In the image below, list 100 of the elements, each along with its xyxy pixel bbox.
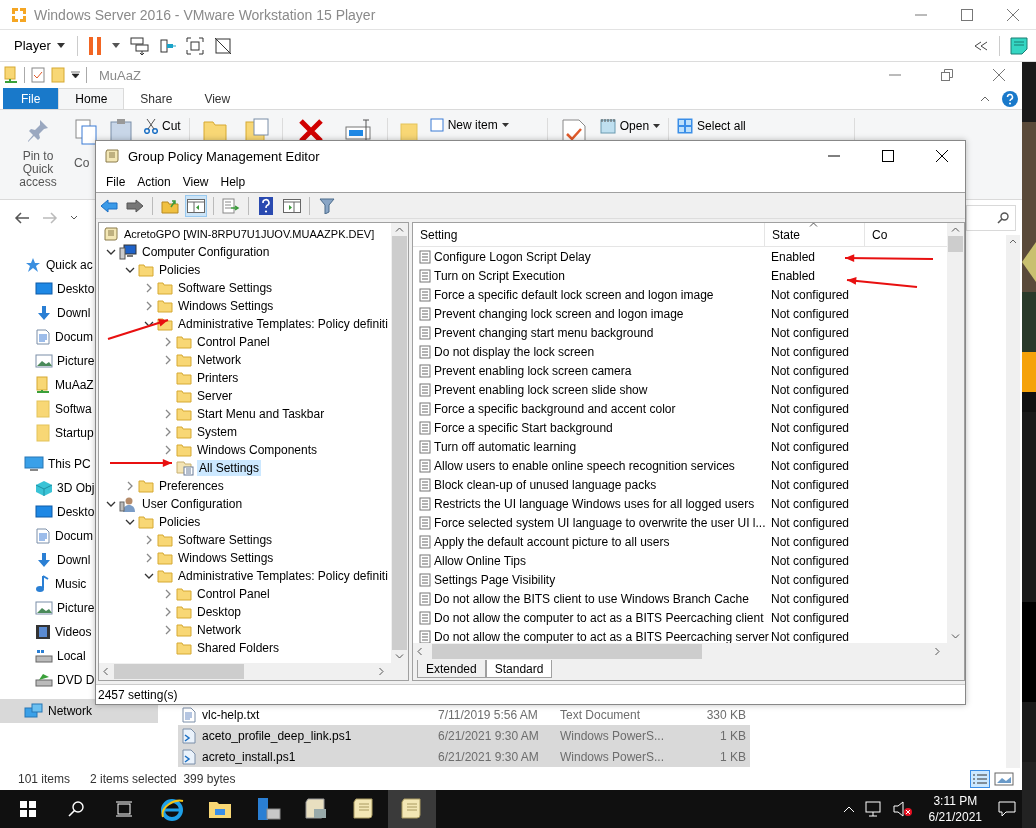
chevron-right-icon[interactable] — [146, 283, 152, 293]
thumbnails-view-button[interactable] — [994, 770, 1014, 788]
chevron-right-icon[interactable] — [127, 481, 133, 491]
chevron-down-icon[interactable] — [106, 501, 116, 507]
nav-item[interactable]: Startup — [0, 421, 95, 445]
tree-item[interactable]: Control Panel — [195, 334, 272, 350]
tree-item[interactable]: Start Menu and Taskbar — [195, 406, 327, 422]
nav-item[interactable]: Softwa — [0, 397, 95, 421]
setting-name[interactable]: Allow Online Tips — [434, 553, 527, 568]
details-view-button[interactable] — [970, 770, 990, 788]
send-keys-button[interactable] — [129, 36, 150, 55]
scrollbar[interactable] — [391, 223, 408, 663]
chevron-right-icon[interactable] — [165, 409, 171, 419]
setting-name[interactable]: Prevent changing start menu background — [434, 325, 654, 340]
cut-button[interactable]: Cut — [144, 118, 181, 134]
setting-name[interactable]: Block clean-up of unused language packs — [434, 477, 657, 492]
nav-item[interactable]: Deskto — [0, 277, 95, 301]
network-button[interactable] — [864, 801, 883, 817]
select-all-button[interactable]: Select all — [677, 118, 746, 134]
tree-item[interactable]: Network — [195, 352, 243, 368]
setting-name[interactable]: Force selected system UI language to overwrite the user UI l... — [434, 515, 766, 530]
tree-item[interactable]: User Configuration — [140, 496, 245, 512]
tree-item[interactable]: Printers — [195, 370, 241, 386]
setting-name[interactable]: Force a specific default lock screen and logon image — [434, 287, 714, 302]
setting-name[interactable]: Turn off automatic learning — [434, 439, 577, 454]
chevron-right-icon[interactable] — [165, 445, 171, 455]
copy-button[interactable] — [74, 118, 98, 146]
setting-name[interactable]: Do not allow the computer to act as a BITS Peercaching server — [434, 629, 769, 643]
nav-item[interactable]: Downl — [0, 548, 95, 572]
tree-item[interactable]: Windows Components — [195, 442, 320, 458]
chevron-down-icon[interactable] — [125, 519, 135, 525]
scrollbar-thumb[interactable] — [114, 664, 244, 679]
tree-item[interactable]: Software Settings — [176, 280, 275, 296]
menu-item[interactable]: File — [100, 174, 132, 189]
nav-item[interactable]: DVD D — [0, 668, 95, 692]
notes-button[interactable] — [1010, 36, 1028, 55]
nav-item[interactable]: Docum — [0, 325, 95, 349]
nav-item[interactable]: Picture — [0, 349, 95, 373]
back-button[interactable] — [14, 211, 30, 224]
setting-name[interactable]: Apply the default account picture to all users — [434, 534, 670, 549]
copy-label[interactable]: Co — [74, 156, 90, 170]
setting-name[interactable]: Do not allow the computer to act as a BITS Peercaching client — [434, 610, 764, 625]
file-row[interactable]: vlc-help.txt 7/11/2019 5:56 AM Text Document 330 KB — [178, 704, 750, 725]
ribbon-tab[interactable]: View — [188, 88, 247, 109]
help-button[interactable] — [1002, 90, 1018, 107]
ribbon-tab[interactable]: Home — [58, 88, 125, 109]
tree-item[interactable]: System — [195, 424, 239, 440]
notifications-button[interactable] — [998, 801, 1016, 817]
setting-name[interactable]: Force a specific Start background — [434, 420, 613, 435]
setting-name[interactable]: Turn on Script Execution — [434, 268, 565, 283]
collapse-ribbon-button[interactable] — [980, 95, 990, 102]
tree-item[interactable]: Policies — [157, 514, 203, 530]
nav-item[interactable]: Videos — [0, 620, 95, 644]
open-button[interactable]: Open — [599, 118, 661, 134]
tree-item[interactable]: Network — [195, 622, 243, 638]
full-screen-button[interactable] — [185, 36, 204, 55]
nav-item[interactable]: Network — [0, 699, 158, 723]
chevron-right-icon[interactable] — [146, 535, 152, 545]
setting-name[interactable]: Configure Logon Script Delay — [434, 249, 591, 264]
nav-item[interactable]: This PC — [0, 452, 95, 476]
removable-devices-button[interactable] — [159, 37, 176, 54]
setting-name[interactable]: Restricts the UI language Windows uses for all logged users — [434, 496, 755, 511]
setting-name[interactable]: Prevent enabling lock screen slide show — [434, 382, 648, 397]
recent-locations-button[interactable] — [70, 215, 78, 220]
chevron-right-icon[interactable] — [146, 553, 152, 563]
setting-name[interactable]: Prevent enabling lock screen camera — [434, 363, 632, 378]
tree-item[interactable]: Administrative Templates: Policy definiti — [176, 316, 390, 332]
setting-name[interactable]: Settings Page Visibility — [434, 572, 556, 587]
scrollbar[interactable] — [99, 663, 408, 680]
tree-item[interactable]: Control Panel — [195, 586, 272, 602]
show-hide-tree-button[interactable] — [185, 194, 207, 217]
setting-name[interactable]: Prevent changing lock screen and logon image — [434, 306, 684, 321]
show-hidden-icons-button[interactable] — [842, 805, 855, 813]
column-header[interactable]: Co — [865, 223, 947, 246]
nav-item[interactable]: MuAaZ — [0, 373, 95, 397]
chevron-right-icon[interactable] — [165, 589, 171, 599]
scrollbar-thumb[interactable] — [948, 236, 963, 252]
tree-item[interactable]: Software Settings — [176, 532, 275, 548]
customize-button[interactable] — [71, 71, 80, 79]
tree-item[interactable]: Desktop — [195, 604, 244, 620]
ribbon-tab[interactable]: Share — [124, 88, 189, 109]
nav-item[interactable]: Quick ac — [0, 253, 95, 277]
tree-item[interactable]: Preferences — [157, 478, 226, 494]
chevron-down-icon[interactable] — [106, 249, 116, 255]
scrollbar-thumb[interactable] — [432, 644, 702, 659]
chevron-right-icon[interactable] — [165, 355, 171, 365]
column-header[interactable]: State — [765, 223, 865, 246]
scrollbar[interactable] — [1006, 235, 1020, 768]
file-row[interactable]: acreto_install.ps1 6/21/2021 9:30 AM Windows PowerS... 1 KB — [178, 746, 750, 767]
nav-item[interactable]: Music — [0, 572, 95, 596]
clock[interactable]: 3:11 PM 6/21/2021 — [922, 793, 988, 825]
column-header[interactable]: Setting — [413, 223, 765, 246]
nav-item[interactable]: Local — [0, 644, 95, 668]
unity-button[interactable] — [213, 36, 232, 55]
setting-name[interactable]: Force a specific background and accent color — [434, 401, 676, 416]
scrollbar[interactable] — [947, 223, 964, 643]
collapse-button[interactable] — [973, 40, 989, 51]
new-item-button[interactable]: New item — [429, 118, 509, 132]
chevron-down-icon[interactable] — [125, 267, 135, 273]
tree-item[interactable]: Policies — [157, 262, 203, 278]
